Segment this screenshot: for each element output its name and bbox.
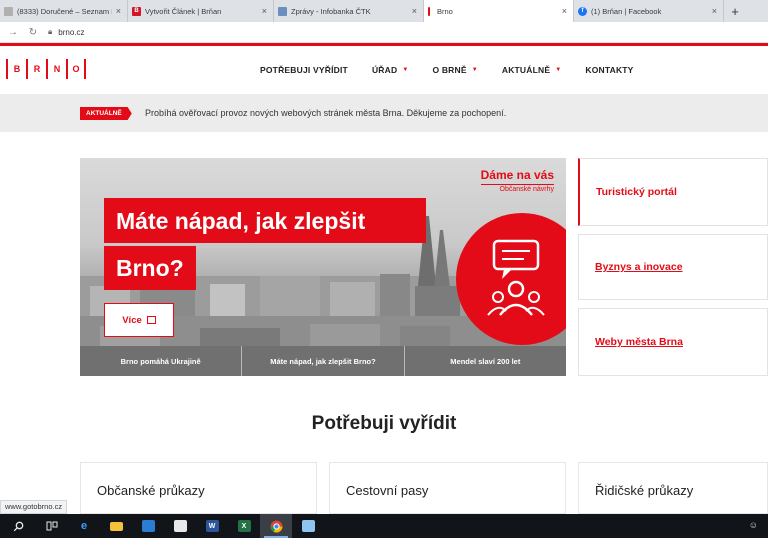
service-card-ridicske-prukazy[interactable]: Řidičské průkazy bbox=[578, 462, 768, 514]
more-button[interactable]: Více bbox=[104, 303, 174, 337]
sidelink-label: Byznys a inovace bbox=[595, 261, 683, 273]
announcement-bar: AKTUÁLNĚ Probíhá ověřovací provoz nových… bbox=[0, 94, 768, 132]
announcement-text: Probíhá ověřovací provoz nových webových… bbox=[145, 108, 507, 118]
browser-tab-strip: (8333) Doručené – Seznam Email × B Vytvo… bbox=[0, 0, 768, 22]
browser-tab[interactable]: B Vytvořit Článek | Brňan × bbox=[128, 0, 274, 22]
card-label: Řidičské průkazy bbox=[595, 483, 694, 498]
announcement-badge: AKTUÁLNĚ bbox=[80, 107, 132, 120]
nav-label: POTŘEBUJI VYŘÍDIT bbox=[260, 65, 348, 75]
facebook-icon: f bbox=[578, 6, 587, 16]
browser-tab[interactable]: f (1) Brňan | Facebook × bbox=[574, 0, 724, 22]
brno-logo-icon bbox=[428, 6, 430, 16]
logo-letter: R bbox=[26, 59, 46, 79]
people-icon[interactable]: ☺ bbox=[749, 520, 758, 530]
nav-item-kontakty[interactable]: KONTAKTY bbox=[585, 65, 633, 75]
close-icon[interactable]: × bbox=[412, 6, 417, 16]
chrome-icon[interactable] bbox=[260, 514, 292, 538]
hero-tile-bar: Brno pomáhá Ukrajině Máte nápad, jak zle… bbox=[80, 346, 566, 376]
close-icon[interactable]: × bbox=[562, 6, 567, 16]
hero-headline: Máte nápad, jak zlepšit bbox=[104, 198, 426, 243]
sidelink-label: Turistický portál bbox=[596, 186, 677, 198]
nav-label: O BRNĚ bbox=[432, 65, 467, 75]
logo-letter: O bbox=[66, 59, 86, 79]
link-status-bubble: www.gotobrno.cz bbox=[0, 500, 68, 514]
campaign-subtitle: Občanské návrhy bbox=[480, 184, 554, 193]
hero-tile[interactable]: Brno pomáhá Ukrajině bbox=[80, 346, 243, 376]
speech-people-icon bbox=[456, 213, 566, 345]
card-label: Občanské průkazy bbox=[97, 483, 205, 498]
store-icon[interactable] bbox=[164, 514, 196, 538]
close-icon[interactable]: × bbox=[116, 6, 121, 16]
brno-logo[interactable]: B R N O bbox=[6, 59, 86, 79]
word-icon[interactable]: W bbox=[196, 514, 228, 538]
external-link-icon bbox=[146, 316, 156, 324]
campaign-logo: Dáme na vás Občanské návrhy bbox=[480, 168, 554, 193]
nav-item-o-brne[interactable]: O BRNĚ ▼ bbox=[432, 65, 477, 75]
new-tab-button[interactable]: + bbox=[724, 0, 746, 22]
logo-letter: N bbox=[46, 59, 66, 79]
task-view-icon[interactable] bbox=[36, 514, 68, 538]
edge-icon[interactable]: e bbox=[68, 514, 100, 538]
main-navigation: POTŘEBUJI VYŘÍDIT ÚŘAD ▼ O BRNĚ ▼ AKTUÁL… bbox=[260, 65, 658, 75]
speech-bubble-people-icon bbox=[487, 239, 545, 316]
section-title: Potřebuji vyřídit bbox=[311, 413, 457, 434]
service-card-cestovni-pasy[interactable]: Cestovní pasy bbox=[329, 462, 566, 514]
search-icon[interactable] bbox=[0, 514, 36, 538]
sidelink-byznys-a-inovace[interactable]: Byznys a inovace bbox=[578, 234, 768, 300]
nav-item-potrebuji-vyridit[interactable]: POTŘEBUJI VYŘÍDIT bbox=[260, 65, 348, 75]
hero-tile[interactable]: Máte nápad, jak zlepšit Brno? bbox=[242, 346, 405, 376]
card-label: Cestovní pasy bbox=[346, 483, 429, 498]
lock-icon[interactable]: 🔒︎ bbox=[48, 27, 52, 37]
b-logo-icon: B bbox=[132, 6, 141, 16]
sidelink-label: Weby města Brna bbox=[595, 336, 683, 348]
tab-title: Brno bbox=[437, 6, 453, 16]
hero-tile[interactable]: Mendel slaví 200 let bbox=[404, 346, 566, 376]
document-icon bbox=[278, 6, 287, 16]
nav-label: AKTUÁLNĚ bbox=[501, 65, 551, 75]
caret-down-icon: ▼ bbox=[402, 67, 409, 73]
browser-tab[interactable]: Zprávy - Infobanka ČTK × bbox=[274, 0, 424, 22]
sidelink-weby-mesta-brna[interactable]: Weby města Brna bbox=[578, 308, 768, 376]
reload-icon[interactable]: ↻ bbox=[26, 27, 40, 38]
nav-label: KONTAKTY bbox=[585, 65, 634, 75]
campaign-title: Dáme na vás bbox=[480, 168, 554, 182]
tab-title: Zprávy - Infobanka ČTK bbox=[291, 6, 371, 16]
tab-title: (8333) Doručené – Seznam Email bbox=[17, 6, 112, 16]
tab-title: Vytvořit Článek | Brňan bbox=[145, 6, 222, 16]
nav-label: ÚŘAD bbox=[371, 65, 398, 75]
mail-icon bbox=[4, 6, 13, 16]
caret-down-icon: ▼ bbox=[555, 67, 562, 73]
address-bar: → ↻ 🔒︎ brno.cz bbox=[0, 22, 768, 43]
file-explorer-icon[interactable] bbox=[100, 514, 132, 538]
tab-title: (1) Brňan | Facebook bbox=[591, 6, 662, 16]
screen: (8333) Doručené – Seznam Email × B Vytvo… bbox=[0, 0, 768, 538]
close-icon[interactable]: × bbox=[262, 6, 267, 16]
excel-icon[interactable]: X bbox=[228, 514, 260, 538]
more-button-label: Více bbox=[122, 314, 142, 326]
windows-taskbar: e W X ☺ bbox=[0, 514, 768, 538]
browser-tab[interactable]: (8333) Doručené – Seznam Email × bbox=[0, 0, 128, 22]
notepad-icon[interactable] bbox=[292, 514, 324, 538]
url-field[interactable]: brno.cz bbox=[58, 28, 84, 37]
logo-letter: B bbox=[6, 59, 26, 79]
close-icon[interactable]: × bbox=[712, 6, 717, 16]
forward-icon[interactable]: → bbox=[6, 27, 20, 38]
caret-down-icon: ▼ bbox=[471, 67, 478, 73]
nav-item-urad[interactable]: ÚŘAD ▼ bbox=[372, 65, 409, 75]
hero-banner[interactable]: Máte nápad, jak zlepšit Brno? Více Dáme … bbox=[80, 158, 566, 376]
hero-headline-line2: Brno? bbox=[104, 246, 196, 290]
nav-item-aktualne[interactable]: AKTUÁLNĚ ▼ bbox=[502, 65, 562, 75]
mail-icon[interactable] bbox=[132, 514, 164, 538]
browser-tab-active[interactable]: Brno × bbox=[424, 0, 574, 22]
service-card-obcanske-prukazy[interactable]: Občanské průkazy bbox=[80, 462, 317, 514]
site-header: B R N O POTŘEBUJI VYŘÍDIT ÚŘAD ▼ O BRNĚ … bbox=[0, 46, 768, 94]
sidelink-turisticky-portal[interactable]: Turistický portál bbox=[578, 158, 768, 226]
